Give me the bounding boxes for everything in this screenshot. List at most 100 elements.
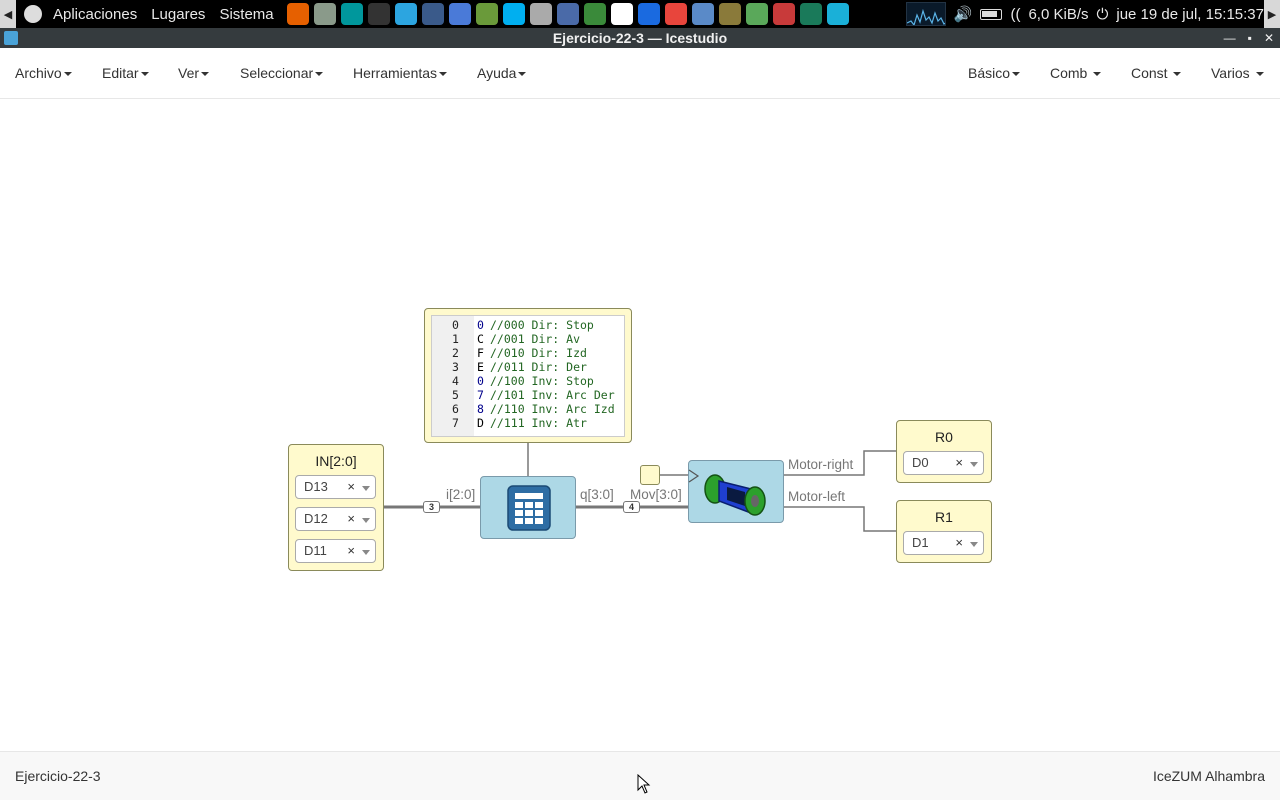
clear-icon[interactable]: × — [347, 540, 355, 562]
menu-varios[interactable]: Varios — [1211, 48, 1264, 98]
input-block[interactable]: IN[2:0] D13 × D12 × D11 × — [288, 444, 384, 571]
code-value: 0 — [477, 318, 484, 332]
code-value: D — [477, 416, 484, 430]
pin-select-d11[interactable]: D11 × — [295, 539, 376, 563]
menu-herramientas[interactable]: Herramientas — [353, 48, 448, 98]
caret-down-icon — [1093, 72, 1102, 77]
menu-const-label: Const — [1131, 65, 1168, 81]
pin-select-value: D1 — [912, 535, 929, 550]
caret-down-icon — [201, 72, 210, 77]
arduino-icon[interactable] — [340, 3, 363, 25]
input-block-title: IN[2:0] — [315, 453, 357, 469]
window-title: Ejercicio-22-3 — Icestudio — [552, 30, 728, 46]
maximize-icon[interactable]: ▪ — [1248, 28, 1252, 48]
network-icon[interactable] — [691, 3, 714, 25]
teamviewer-icon[interactable] — [637, 3, 660, 25]
code-value: E — [477, 360, 484, 374]
caret-down-icon — [140, 72, 149, 77]
menu-archivo[interactable]: Archivo — [15, 48, 72, 98]
code-editor[interactable]: 0 0 //000 Dir: Stop 1 C //001 Dir: Av 2 F //010 … — [431, 315, 625, 437]
table-icon — [507, 485, 551, 531]
code-comment: //000 Dir: Stop — [490, 318, 594, 332]
table-module-block[interactable] — [480, 476, 576, 539]
minimize-icon[interactable]: — — [1224, 28, 1236, 48]
pin-select-d13[interactable]: D13 × — [295, 475, 376, 499]
panel-scroll-left-icon[interactable]: ◀ — [0, 0, 16, 28]
menu-aplicaciones[interactable]: Aplicaciones — [46, 6, 144, 23]
line-number: 2 — [452, 346, 459, 360]
wire-label-motor-right: Motor-right — [788, 457, 854, 472]
code-line: 3 E //011 Dir: Der — [432, 360, 624, 374]
pin-select-d12[interactable]: D12 × — [295, 507, 376, 531]
output-block-r1[interactable]: R1 D1 × — [896, 500, 992, 563]
menu-comb[interactable]: Comb — [1050, 48, 1102, 98]
caret-down-icon — [63, 72, 72, 77]
pin-select-value: D11 — [304, 543, 327, 558]
clear-icon[interactable]: × — [347, 476, 355, 498]
ubuntu-logo-icon[interactable] — [24, 5, 42, 23]
menu-const[interactable]: Const — [1131, 48, 1182, 98]
dropdown-caret-icon — [362, 518, 370, 523]
menu-varios-label: Varios — [1211, 65, 1250, 81]
close-icon[interactable]: ✕ — [1264, 28, 1274, 48]
telegram-icon[interactable] — [394, 3, 417, 25]
wires-layer — [384, 443, 896, 532]
code-line: 0 0 //000 Dir: Stop — [432, 318, 624, 332]
clear-icon[interactable]: × — [955, 452, 963, 474]
spreadsheet-icon[interactable] — [583, 3, 606, 25]
image-icon[interactable] — [718, 3, 741, 25]
board-name[interactable]: IceZUM Alhambra — [1153, 768, 1265, 784]
panel-scroll-right-icon[interactable]: ▶ — [1264, 0, 1280, 28]
clock[interactable]: jue 19 de jul, 15:15:37 — [1116, 6, 1264, 23]
clear-icon[interactable]: × — [347, 508, 355, 530]
menu-seleccionar[interactable]: Seleccionar — [240, 48, 324, 98]
line-number: 1 — [452, 332, 459, 346]
menu-lugares[interactable]: Lugares — [144, 6, 212, 23]
motor-module-block[interactable] — [688, 460, 784, 523]
player-icon[interactable] — [610, 3, 633, 25]
app-c-icon[interactable] — [826, 3, 849, 25]
terminal-icon[interactable] — [367, 3, 390, 25]
code-comment: //001 Dir: Av — [490, 332, 581, 346]
menu-sistema[interactable]: Sistema — [212, 6, 280, 23]
keepass-icon[interactable] — [799, 3, 822, 25]
monitor-icon[interactable] — [421, 3, 444, 25]
chromium-icon[interactable] — [448, 3, 471, 25]
menu-ver[interactable]: Ver — [178, 48, 210, 98]
table-code-block[interactable]: 0 0 //000 Dir: Stop 1 C //001 Dir: Av 2 F //010 … — [424, 308, 632, 443]
virtualbox-icon[interactable] — [556, 3, 579, 25]
output-block-r0[interactable]: R0 D0 × — [896, 420, 992, 483]
menubar: Archivo Editar Ver Seleccionar Herramien… — [0, 48, 1280, 99]
settings-icon[interactable] — [772, 3, 795, 25]
constant-block[interactable] — [640, 465, 660, 485]
menu-basico[interactable]: Básico — [968, 48, 1021, 98]
battery-icon[interactable] — [980, 8, 1003, 20]
editor-icon[interactable] — [475, 3, 498, 25]
pin-select-d0[interactable]: D0 × — [903, 451, 984, 475]
chrome-icon[interactable] — [664, 3, 687, 25]
menu-basico-label: Básico — [968, 65, 1011, 81]
firefox-icon[interactable] — [286, 3, 309, 25]
dropdown-caret-icon — [362, 550, 370, 555]
menu-ayuda[interactable]: Ayuda — [477, 48, 527, 98]
code-comment: //011 Dir: Der — [490, 360, 587, 374]
gear-green-icon[interactable] — [745, 3, 768, 25]
line-number: 3 — [452, 360, 459, 374]
power-icon[interactable]: ⏻ — [1097, 6, 1109, 23]
calculator-icon[interactable] — [529, 3, 552, 25]
volume-icon[interactable]: 🔊 — [954, 5, 973, 23]
caret-down-icon — [1012, 72, 1021, 77]
caret-down-icon — [518, 72, 527, 77]
wire-motor-left[interactable] — [784, 506, 896, 532]
wifi-icon[interactable]: (( — [1010, 6, 1020, 23]
clear-icon[interactable]: × — [955, 532, 963, 554]
skype-icon[interactable] — [502, 3, 525, 25]
pin-select-d1[interactable]: D1 × — [903, 531, 984, 555]
files-icon[interactable] — [313, 3, 336, 25]
dropdown-caret-icon — [362, 486, 370, 491]
window-titlebar[interactable]: Ejercicio-22-3 — Icestudio — ▪ ✕ — [0, 28, 1280, 48]
line-number: 7 — [452, 416, 459, 430]
wire-label-input: i[2:0] — [446, 487, 476, 502]
menu-editar[interactable]: Editar — [102, 48, 149, 98]
design-canvas[interactable]: IN[2:0] D13 × D12 × D11 × 0 0//000 Dir: Stop… — [0, 99, 1280, 751]
